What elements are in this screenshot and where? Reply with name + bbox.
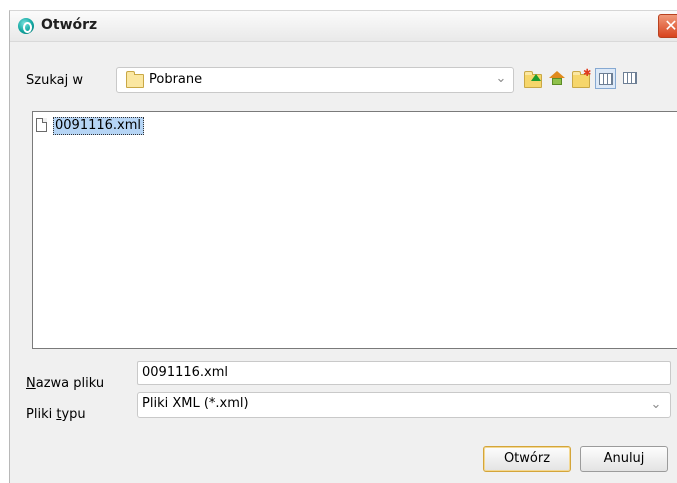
cancel-button[interactable]: Anuluj	[580, 446, 668, 472]
look-in-label: Szukaj w	[26, 73, 83, 88]
new-folder-icon: ✱	[572, 69, 591, 88]
file-name-field[interactable]: 0091116.xml	[137, 361, 671, 385]
file-type-select[interactable]: Pliki XML (*.xml) ⌄	[137, 392, 671, 418]
file-list[interactable]: 0091116.xml	[32, 111, 677, 349]
file-icon	[36, 118, 47, 132]
home-button[interactable]	[547, 68, 567, 88]
up-one-level-button[interactable]	[523, 68, 543, 88]
title-bar[interactable]: Otwórz ✕	[10, 11, 677, 42]
look-in-combobox[interactable]: Pobrane ⌄	[116, 67, 514, 93]
file-name-value: 0091116.xml	[142, 365, 228, 380]
home-icon	[549, 71, 565, 85]
chevron-down-icon[interactable]: ⌄	[649, 398, 663, 412]
current-folder-value: Pobrane	[149, 72, 203, 87]
dialog-title: Otwórz	[41, 17, 98, 33]
file-name-label: Nazwa pliku	[26, 376, 105, 391]
folder-icon	[126, 71, 144, 88]
close-button[interactable]: ✕	[658, 14, 677, 38]
details-view-button[interactable]	[620, 68, 640, 88]
chevron-down-icon[interactable]: ⌄	[494, 72, 508, 86]
new-folder-button[interactable]: ✱	[571, 68, 591, 88]
details-view-icon	[623, 72, 637, 84]
open-dialog: Otwórz ✕ Szukaj w Pobrane ⌄ ✱ 0091116.xm…	[9, 10, 677, 483]
list-view-button[interactable]	[595, 68, 616, 89]
folder-up-icon	[524, 71, 542, 88]
file-name-label: 0091116.xml	[53, 117, 144, 135]
file-type-value: Pliki XML (*.xml)	[142, 396, 249, 411]
open-button[interactable]: Otwórz	[483, 446, 571, 472]
app-logo-icon	[18, 18, 34, 34]
file-type-label: Pliki typu	[26, 407, 86, 422]
list-view-icon	[598, 72, 613, 85]
